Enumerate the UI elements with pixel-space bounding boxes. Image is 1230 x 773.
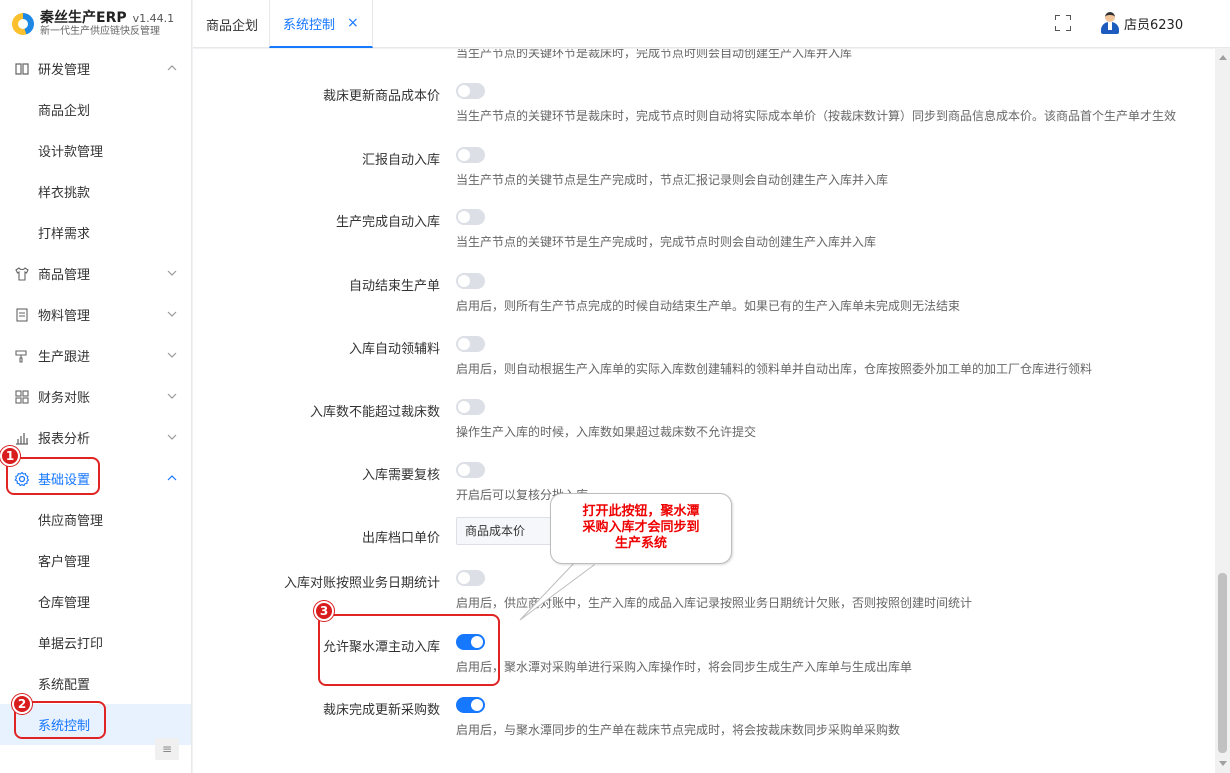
scroll-thumb[interactable] <box>1218 573 1227 753</box>
toggle-switch[interactable] <box>456 83 485 99</box>
menu-group-goods[interactable]: 商品管理 <box>0 253 191 294</box>
highlight-box <box>6 457 100 495</box>
chevron-down-icon <box>167 309 177 320</box>
menu-group-production[interactable]: 生产跟进 <box>0 335 191 376</box>
app-version: v1.44.1 <box>132 11 175 25</box>
brush-icon <box>14 348 30 364</box>
step-marker: 2 <box>12 694 32 714</box>
toggle-switch[interactable] <box>456 462 485 478</box>
sidebar: 秦丝生产ERP v1.44.1 新一代生产供应链快反管理 研发管理 商品企划 设计… <box>0 0 192 773</box>
callout-line: 采购入库才会同步到 <box>582 520 700 535</box>
toggle-switch[interactable] <box>456 273 485 289</box>
app-subtitle: 新一代生产供应链快反管理 <box>40 26 160 38</box>
scroll-down-icon[interactable] <box>1219 761 1227 766</box>
scroll-up-icon[interactable] <box>1219 55 1227 60</box>
sidebar-item-sample-pick[interactable]: 样衣挑款 <box>0 171 191 212</box>
user-menu[interactable]: 店员6230 <box>1100 12 1183 34</box>
close-tab-icon[interactable]: × <box>347 15 359 31</box>
menu-group-rd[interactable]: 研发管理 <box>0 48 191 89</box>
highlight-box <box>318 614 500 686</box>
collapse-menu-icon[interactable]: ≡ <box>155 738 179 760</box>
step-marker: 1 <box>0 446 20 466</box>
user-name: 店员6230 <box>1124 17 1184 33</box>
app-logo-icon <box>12 13 34 35</box>
toggle-switch[interactable] <box>456 147 485 163</box>
chevron-down-icon <box>167 350 177 361</box>
sidebar-item-supplier[interactable]: 供应商管理 <box>0 499 191 540</box>
menu-group-report[interactable]: 报表分析 <box>0 417 191 458</box>
sidebar-item-customer[interactable]: 客户管理 <box>0 540 191 581</box>
grid-icon <box>14 389 30 405</box>
document-icon <box>14 307 30 323</box>
top-header: 商品企划 系统控制 × 店员6230 <box>193 0 1230 48</box>
sidebar-item-cloud-print[interactable]: 单据云打印 <box>0 622 191 663</box>
chevron-down-icon <box>167 432 177 443</box>
menu-group-finance[interactable]: 财务对账 <box>0 376 191 417</box>
toggle-switch[interactable] <box>456 399 485 415</box>
sidebar-item-product-plan[interactable]: 商品企划 <box>0 89 191 130</box>
chevron-down-icon <box>167 268 177 279</box>
toggle-switch[interactable] <box>456 336 485 352</box>
callout-note: 打开此按钮，聚水潭 采购入库才会同步到 生产系统 <box>550 493 732 564</box>
sidebar-item-warehouse[interactable]: 仓库管理 <box>0 581 191 622</box>
shirt-icon <box>14 266 30 282</box>
chevron-up-icon <box>167 473 177 484</box>
sidebar-item-design-style[interactable]: 设计款管理 <box>0 130 191 171</box>
fullscreen-icon[interactable] <box>1055 15 1071 31</box>
book-icon <box>14 61 30 77</box>
sidebar-item-sample-request[interactable]: 打样需求 <box>0 212 191 253</box>
menu-group-material[interactable]: 物料管理 <box>0 294 191 335</box>
avatar <box>1100 12 1120 34</box>
setting-desc: 当生产节点的关键环节是裁床时，完成节点时则会自动创建生产入库并入库 <box>456 49 853 60</box>
brand: 秦丝生产ERP v1.44.1 新一代生产供应链快反管理 <box>0 0 191 48</box>
app-name: 秦丝生产ERP <box>40 9 127 26</box>
chevron-down-icon <box>167 391 177 402</box>
tab-product-plan[interactable]: 商品企划 <box>193 0 271 48</box>
scrollbar[interactable] <box>1215 49 1230 773</box>
callout-line: 打开此按钮，聚水潭 <box>582 504 700 519</box>
bar-chart-icon <box>14 430 30 446</box>
tab-system-control[interactable]: 系统控制 × <box>269 0 373 48</box>
toggle-switch[interactable] <box>456 209 485 225</box>
toggle-switch[interactable] <box>456 697 485 713</box>
step-marker: 3 <box>314 601 334 621</box>
callout-pointer <box>519 561 600 621</box>
chevron-up-icon <box>167 63 177 74</box>
callout-line: 生产系统 <box>614 536 667 551</box>
